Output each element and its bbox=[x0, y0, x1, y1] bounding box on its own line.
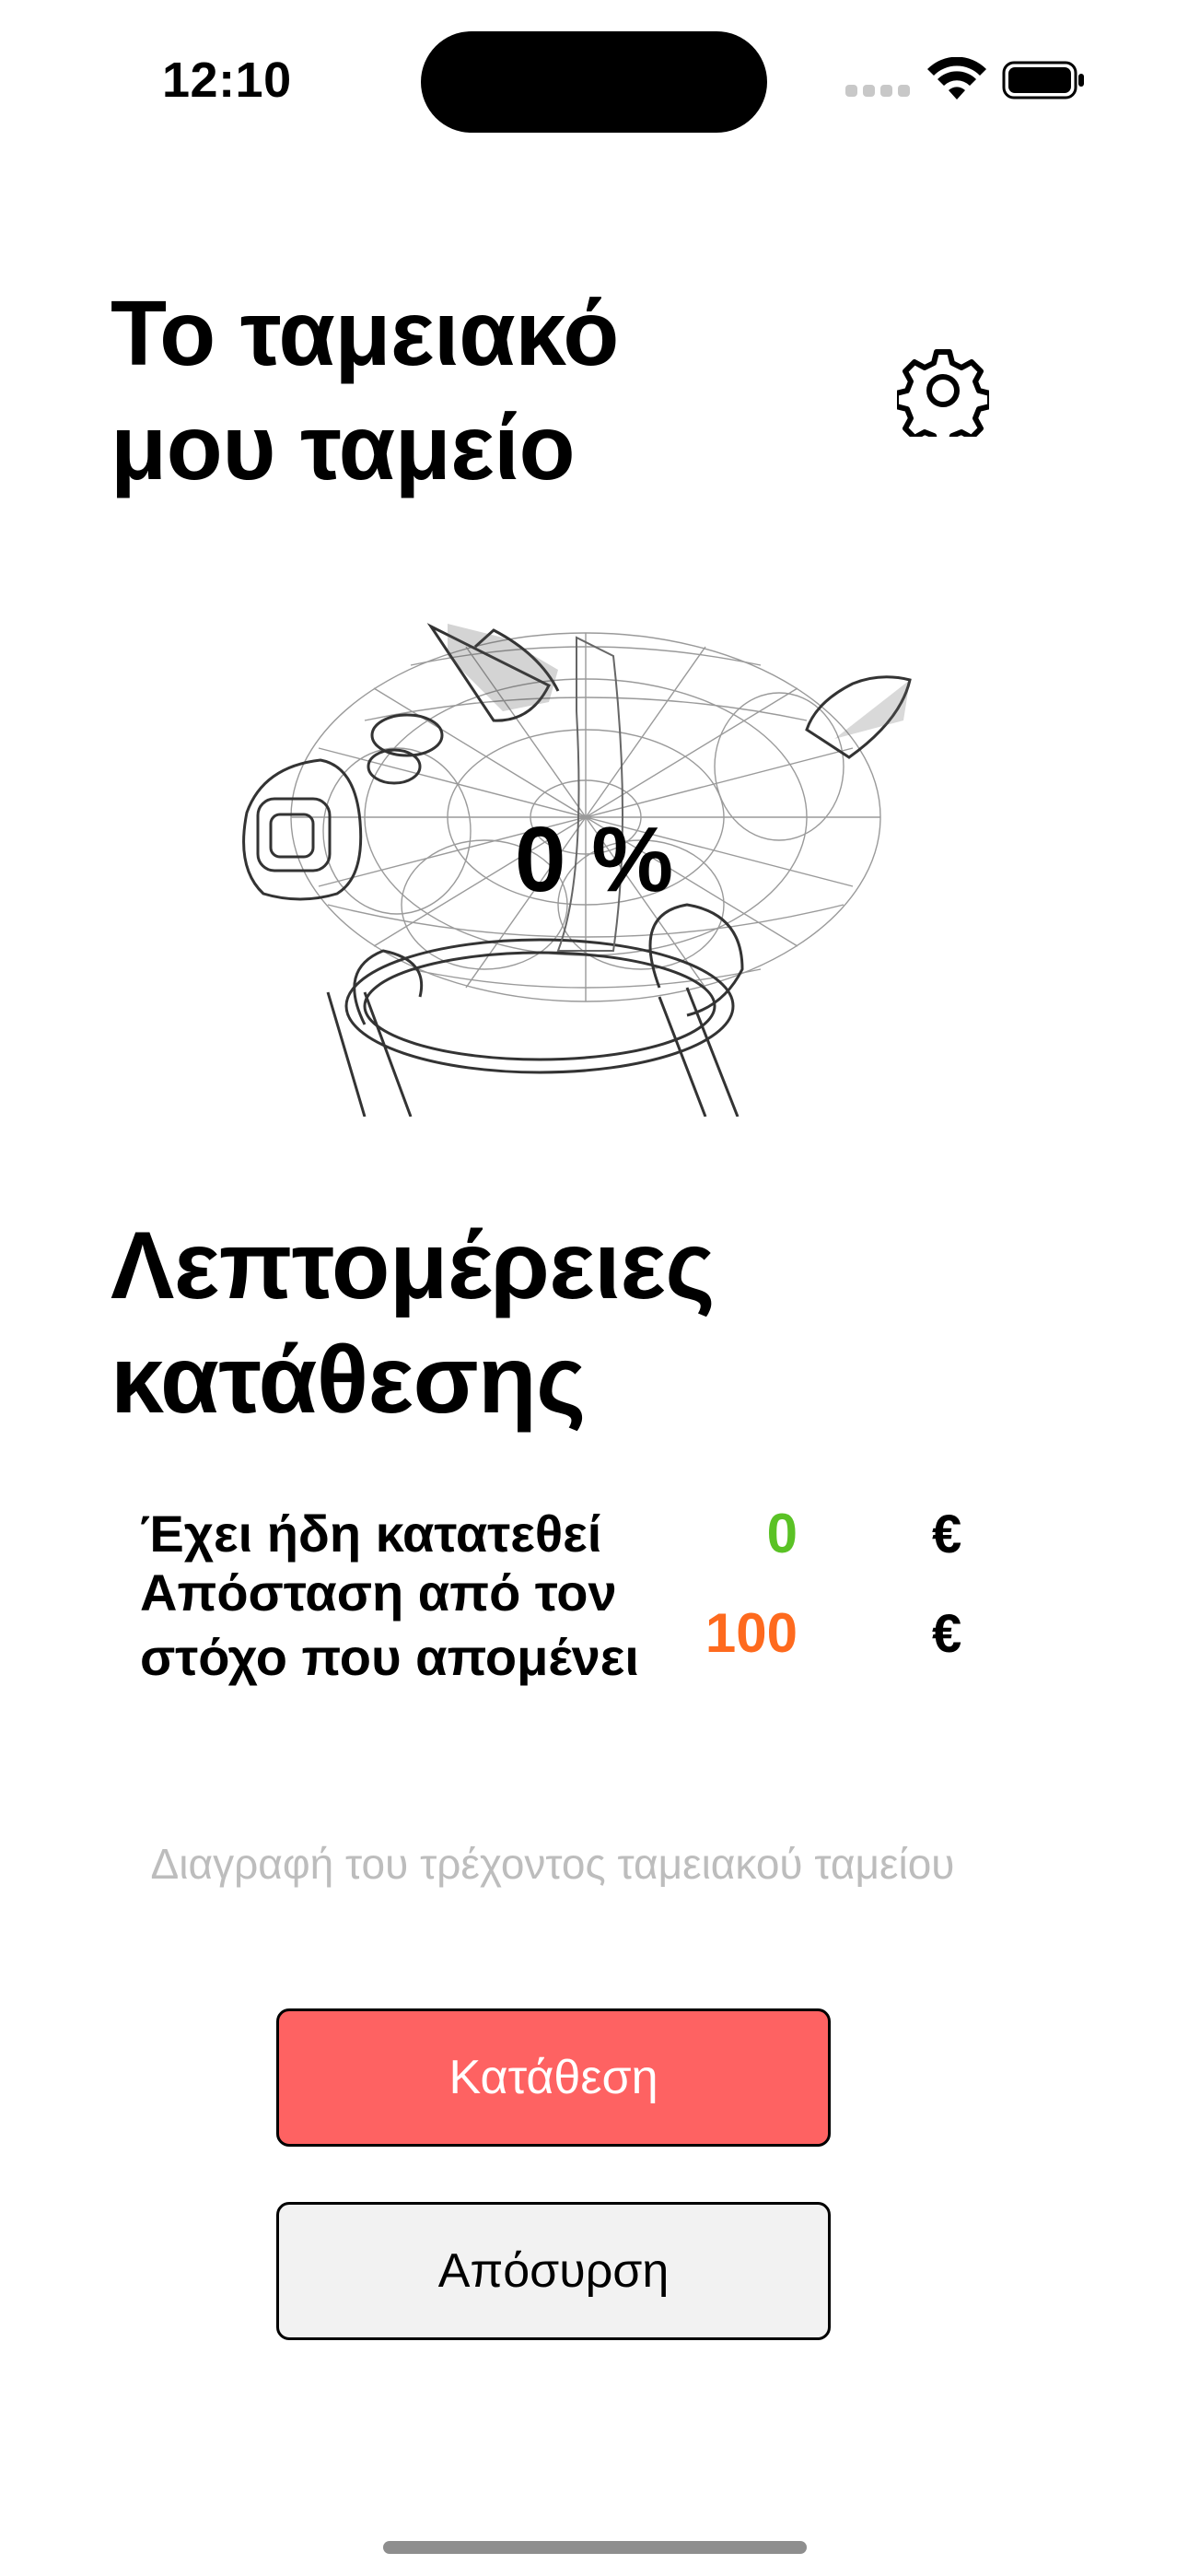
details-title: Λεπτομέρειες κατάθεσης bbox=[111, 1209, 1031, 1437]
withdraw-button[interactable]: Απόσυρση bbox=[276, 2202, 831, 2340]
remaining-currency: € bbox=[932, 1604, 962, 1664]
page-title-line1: Το ταμειακό bbox=[111, 282, 619, 385]
gear-icon bbox=[897, 349, 989, 437]
remaining-label: Απόσταση από τον στόχο που απομένει bbox=[140, 1561, 639, 1690]
deposited-currency: € bbox=[932, 1505, 962, 1564]
battery-icon bbox=[1002, 61, 1084, 100]
details-title-line2: κατάθεσης bbox=[111, 1327, 586, 1434]
remaining-label-line1: Απόσταση από τον bbox=[140, 1563, 617, 1622]
progress-percent: 0 % bbox=[514, 808, 674, 911]
details-title-line1: Λεπτομέρειες bbox=[111, 1212, 715, 1319]
cellular-signal-icon bbox=[845, 85, 915, 101]
deposited-label: Έχει ήδη κατατεθεί bbox=[140, 1505, 602, 1563]
settings-button[interactable] bbox=[895, 343, 991, 439]
home-indicator[interactable] bbox=[383, 2541, 807, 2554]
delete-fund-link[interactable]: Διαγραφή του τρέχοντος ταμειακού ταμείου bbox=[0, 1839, 1105, 1889]
remaining-value: 100 bbox=[705, 1602, 798, 1664]
deposit-button[interactable]: Κατάθεση bbox=[276, 2008, 831, 2147]
deposited-value: 0 bbox=[766, 1503, 798, 1564]
dynamic-island bbox=[421, 31, 767, 133]
wifi-icon bbox=[927, 57, 986, 100]
withdraw-button-label: Απόσυρση bbox=[437, 2244, 670, 2298]
deposit-button-label: Κατάθεση bbox=[448, 2051, 658, 2104]
page-title: Το ταμειακό μου ταμείο bbox=[111, 276, 774, 505]
status-time: 12:10 bbox=[162, 53, 292, 108]
page-title-line2: μου ταμείο bbox=[111, 396, 576, 499]
remaining-label-line2: στόχο που απομένει bbox=[140, 1628, 639, 1686]
